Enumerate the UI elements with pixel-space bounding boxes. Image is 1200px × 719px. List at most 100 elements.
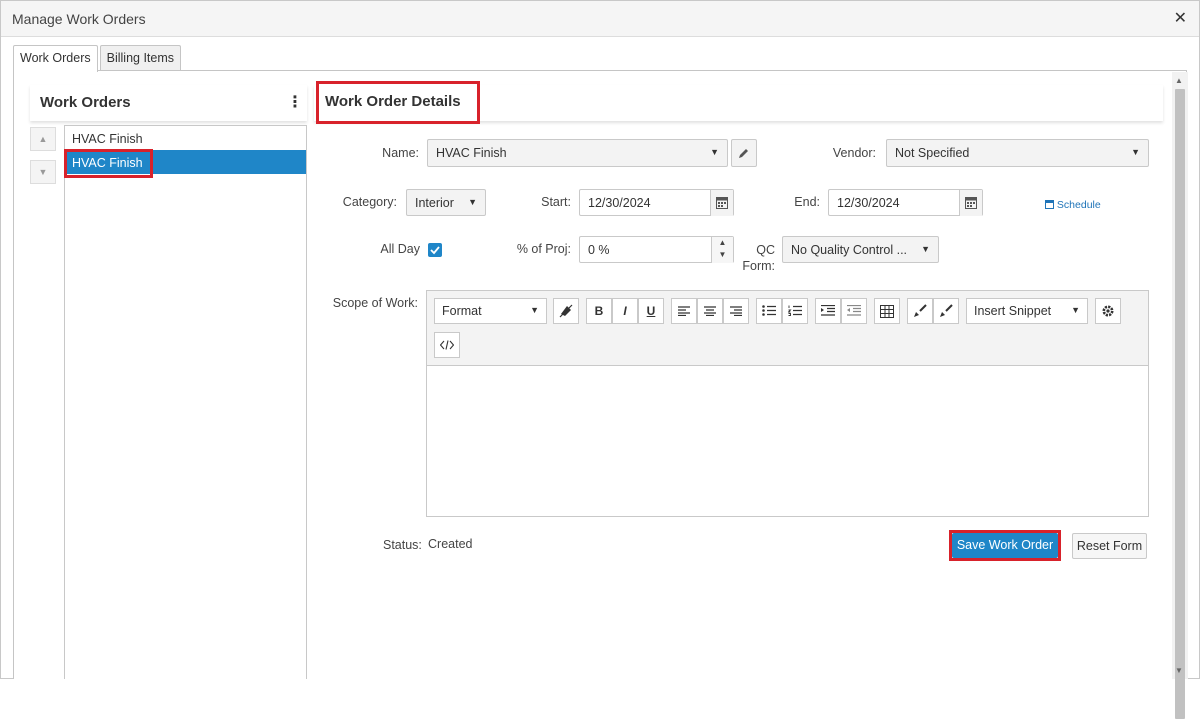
schedule-link[interactable]: Schedule (1045, 199, 1101, 211)
qc-form-label: QC Form: (740, 242, 775, 274)
spin-up-icon[interactable]: ▲ (712, 237, 733, 249)
scope-of-work-label: Scope of Work: (332, 296, 418, 310)
spin-down-icon[interactable]: ▼ (712, 249, 733, 261)
format-painter-button[interactable] (933, 298, 959, 324)
vendor-value: Not Specified (895, 146, 970, 160)
chevron-down-icon: ▼ (1071, 305, 1080, 315)
qc-form-value: No Quality Control ... (791, 243, 908, 257)
vendor-label: Vendor: (832, 146, 876, 160)
format-select[interactable]: Format ▼ (434, 298, 547, 324)
close-icon[interactable]: ✕ (1174, 8, 1187, 28)
checkmark-icon (430, 246, 440, 255)
work-orders-list: HVAC Finish HVAC Finish (64, 125, 307, 679)
bullet-list-button[interactable] (756, 298, 782, 324)
table-icon (880, 305, 894, 318)
pencil-icon (739, 149, 748, 158)
tab-strip: Work Orders Billing Items (13, 45, 183, 72)
insert-snippet-label: Insert Snippet (974, 304, 1052, 318)
percent-of-project-label: % of Proj: (516, 242, 571, 256)
end-label: End: (794, 195, 820, 209)
start-date-picker[interactable] (710, 190, 733, 216)
align-right-icon (730, 306, 742, 317)
calendar-icon (1045, 200, 1054, 209)
all-day-label: All Day (380, 242, 420, 256)
start-date-value: 12/30/2024 (588, 196, 651, 210)
status-label: Status: (383, 538, 422, 552)
indent-button[interactable] (815, 298, 841, 324)
chevron-down-icon: ▼ (1131, 147, 1140, 157)
scroll-down-icon[interactable]: ▼ (1175, 666, 1183, 675)
scroll-up-icon[interactable]: ▲ (1175, 76, 1183, 85)
clear-formatting-button[interactable] (553, 298, 579, 324)
title-bar: Manage Work Orders ✕ (1, 1, 1199, 37)
chevron-down-icon: ▼ (530, 305, 539, 315)
list-item[interactable]: HVAC Finish (65, 126, 306, 150)
end-date-value: 12/30/2024 (837, 196, 900, 210)
save-work-order-button[interactable]: Save Work Order (952, 533, 1058, 558)
outdent-button[interactable] (841, 298, 867, 324)
end-date-input[interactable]: 12/30/2024 (828, 189, 983, 216)
category-label: Category: (342, 195, 397, 209)
list-item-selected[interactable]: HVAC Finish (65, 150, 306, 174)
schedule-link-label: Schedule (1056, 199, 1101, 211)
calendar-icon (965, 197, 977, 209)
align-center-button[interactable] (697, 298, 723, 324)
brush-icon (940, 304, 953, 317)
more-menu-icon[interactable]: ⋮ (287, 92, 303, 112)
qc-form-select[interactable]: No Quality Control ... ▼ (782, 236, 939, 263)
name-select[interactable]: HVAC Finish ▼ (427, 139, 728, 167)
chevron-down-icon: ▼ (468, 197, 477, 207)
name-value: HVAC Finish (436, 146, 507, 160)
tab-billing-items[interactable]: Billing Items (99, 45, 182, 71)
work-order-details-title: Work Order Details (325, 93, 461, 110)
vendor-select[interactable]: Not Specified ▼ (886, 139, 1149, 167)
name-label: Name: (382, 146, 419, 160)
bold-button[interactable]: B (586, 298, 612, 324)
align-right-button[interactable] (723, 298, 749, 324)
start-label: Start: (541, 195, 571, 209)
move-down-button[interactable]: ▼ (30, 160, 56, 184)
qc-form-label-line2: Form: (742, 259, 775, 273)
qc-form-label-line1: QC (756, 243, 775, 257)
editor-content-area[interactable] (427, 367, 1148, 516)
work-orders-title: Work Orders (40, 94, 131, 111)
status-value: Created (428, 537, 473, 551)
all-day-checkbox[interactable] (428, 243, 442, 257)
align-left-button[interactable] (671, 298, 697, 324)
numbered-list-button[interactable] (782, 298, 808, 324)
chevron-down-icon: ▼ (710, 147, 719, 157)
code-icon (439, 340, 455, 350)
editor-settings-button[interactable] (1095, 298, 1121, 324)
category-select[interactable]: Interior ▼ (406, 189, 486, 216)
start-date-input[interactable]: 12/30/2024 (579, 189, 734, 216)
eraser-icon (559, 304, 573, 318)
insert-snippet-select[interactable]: Insert Snippet ▼ (966, 298, 1088, 324)
outdent-icon (847, 304, 861, 316)
scrollbar[interactable]: ▲ ▼ (1172, 72, 1188, 719)
scope-of-work-editor: Format ▼ B I U Insert Snippet ▼ (426, 290, 1149, 517)
percent-value: 0 % (588, 243, 610, 257)
end-date-picker[interactable] (959, 190, 982, 216)
edit-name-button[interactable] (731, 139, 757, 167)
paste-clean-button[interactable] (907, 298, 933, 324)
bullet-list-icon (762, 305, 776, 316)
work-order-details-header: Work Order Details (314, 85, 1163, 121)
italic-button[interactable]: I (612, 298, 638, 324)
gear-icon (1102, 305, 1114, 317)
indent-icon (821, 304, 835, 316)
move-up-button[interactable]: ▲ (30, 127, 56, 151)
insert-table-button[interactable] (874, 298, 900, 324)
scrollbar-thumb[interactable] (1175, 89, 1185, 719)
category-value: Interior (415, 196, 454, 210)
align-left-icon (678, 306, 690, 317)
window-title: Manage Work Orders (12, 11, 146, 27)
underline-button[interactable]: U (638, 298, 664, 324)
tab-work-orders[interactable]: Work Orders (13, 45, 98, 72)
align-center-icon (704, 306, 716, 317)
percent-of-project-input[interactable]: 0 % ▲ ▼ (579, 236, 734, 263)
format-select-label: Format (442, 304, 482, 318)
percent-spinner[interactable]: ▲ ▼ (711, 237, 733, 263)
editor-toolbar: Format ▼ B I U Insert Snippet ▼ (427, 291, 1148, 366)
reset-form-button[interactable]: Reset Form (1072, 533, 1147, 559)
view-html-button[interactable] (434, 332, 460, 358)
